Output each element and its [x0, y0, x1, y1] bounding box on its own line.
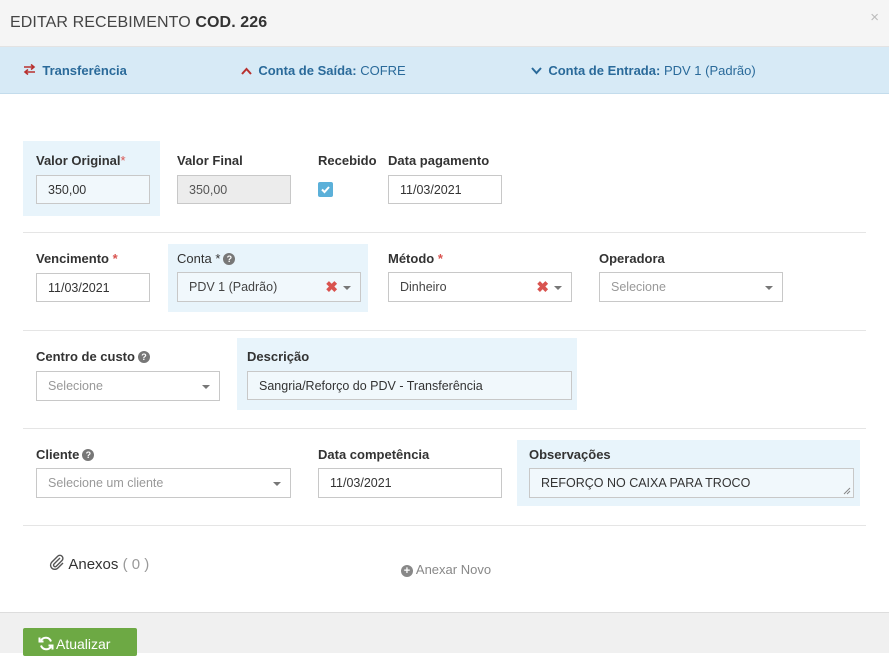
vencimento-label: Vencimento * [36, 251, 118, 266]
valor-original-label: Valor Original* [36, 153, 126, 168]
valor-final-input: 350,00 [177, 175, 291, 204]
clear-icon[interactable]: ✖ [536, 278, 549, 296]
operadora-select[interactable]: Selecione [599, 272, 783, 302]
entrada-label: Conta de Entrada: [548, 63, 661, 78]
valor-final-label: Valor Final [177, 153, 243, 168]
anexar-novo-label: Anexar Novo [415, 562, 492, 577]
centro-custo-label: Centro de custo? [36, 349, 150, 364]
chevron-down-icon [202, 385, 210, 389]
divider [23, 232, 866, 233]
observacoes-value: REFORÇO NO CAIXA PARA TROCO [541, 476, 751, 490]
divider [23, 525, 866, 526]
metodo-select[interactable]: Dinheiro ✖ [388, 272, 572, 302]
conta-label: Conta *? [177, 251, 236, 266]
modal-title-code: COD. 226 [195, 14, 268, 31]
centro-custo-select[interactable]: Selecione [36, 371, 220, 401]
conta-select[interactable]: PDV 1 (Padrão) ✖ [177, 272, 361, 302]
refresh-icon [38, 636, 54, 651]
modal-title: EDITAR RECEBIMENTO COD. 226 [10, 14, 267, 32]
observacoes-textarea[interactable]: REFORÇO NO CAIXA PARA TROCO [529, 468, 854, 498]
transfer-label: Transferência [42, 63, 127, 78]
modal-header: EDITAR RECEBIMENTO COD. 226 × [0, 0, 889, 47]
saida-label: Conta de Saída: [258, 63, 357, 78]
metodo-label: Método * [388, 251, 443, 266]
cliente-placeholder: Selecione um cliente [48, 476, 164, 490]
divider [23, 428, 866, 429]
divider [23, 330, 866, 331]
check-icon [321, 186, 330, 194]
recebido-checkbox[interactable] [318, 182, 333, 197]
clear-icon[interactable]: ✖ [325, 278, 338, 296]
data-pagamento-label: Data pagamento [388, 153, 490, 168]
metodo-select-value: Dinheiro [400, 280, 447, 294]
chevron-down-icon [554, 286, 562, 290]
entrada-info: Conta de Entrada: PDV 1 (Padrão) [531, 63, 756, 78]
valor-original-input[interactable]: 350,00 [36, 175, 150, 204]
chevron-up-icon [241, 64, 255, 78]
recebido-label: Recebido [318, 153, 377, 168]
anexar-novo-link[interactable]: + Anexar Novo [401, 562, 491, 577]
anexos-label: Anexos [68, 556, 119, 573]
cliente-select[interactable]: Selecione um cliente [36, 468, 291, 498]
transfer-info: Transferência [23, 63, 127, 78]
centro-custo-placeholder: Selecione [48, 379, 103, 393]
vencimento-input[interactable]: 11/03/2021 [36, 273, 150, 302]
anexos-count: ( 0 ) [122, 556, 150, 573]
observacoes-label: Observações [529, 447, 611, 462]
update-button-label: Atualizar [56, 636, 111, 652]
data-pagamento-input[interactable]: 11/03/2021 [388, 175, 502, 204]
transfer-info-bar: Transferência Conta de Saída: COFRE Cont… [0, 47, 889, 94]
chevron-down-icon [765, 286, 773, 290]
resize-handle-icon[interactable] [843, 487, 851, 495]
saida-info: Conta de Saída: COFRE [241, 63, 406, 78]
modal-footer: Atualizar [0, 612, 889, 656]
close-icon[interactable]: × [870, 9, 879, 26]
chevron-down-icon [343, 286, 351, 290]
plus-circle-icon: + [401, 565, 413, 577]
transfer-arrows-icon [23, 63, 39, 78]
help-icon[interactable]: ? [223, 253, 236, 265]
saida-value: COFRE [360, 63, 406, 78]
anexos-section: Anexos ( 0 ) [49, 554, 149, 573]
help-icon[interactable]: ? [137, 351, 150, 363]
cliente-label: Cliente? [36, 447, 95, 462]
data-competencia-label: Data competência [318, 447, 430, 462]
conta-select-value: PDV 1 (Padrão) [189, 280, 278, 294]
operadora-label: Operadora [599, 251, 665, 266]
entrada-value: PDV 1 (Padrão) [663, 63, 756, 78]
operadora-placeholder: Selecione [611, 280, 666, 294]
paperclip-icon [49, 554, 64, 571]
modal-title-prefix: EDITAR RECEBIMENTO [10, 14, 191, 31]
chevron-down-icon [531, 64, 545, 78]
descricao-label: Descrição [247, 349, 310, 364]
help-icon[interactable]: ? [82, 449, 95, 461]
data-competencia-input[interactable]: 11/03/2021 [318, 468, 502, 498]
descricao-input[interactable]: Sangria/Reforço do PDV - Transferência [247, 371, 572, 400]
chevron-down-icon [273, 482, 281, 486]
